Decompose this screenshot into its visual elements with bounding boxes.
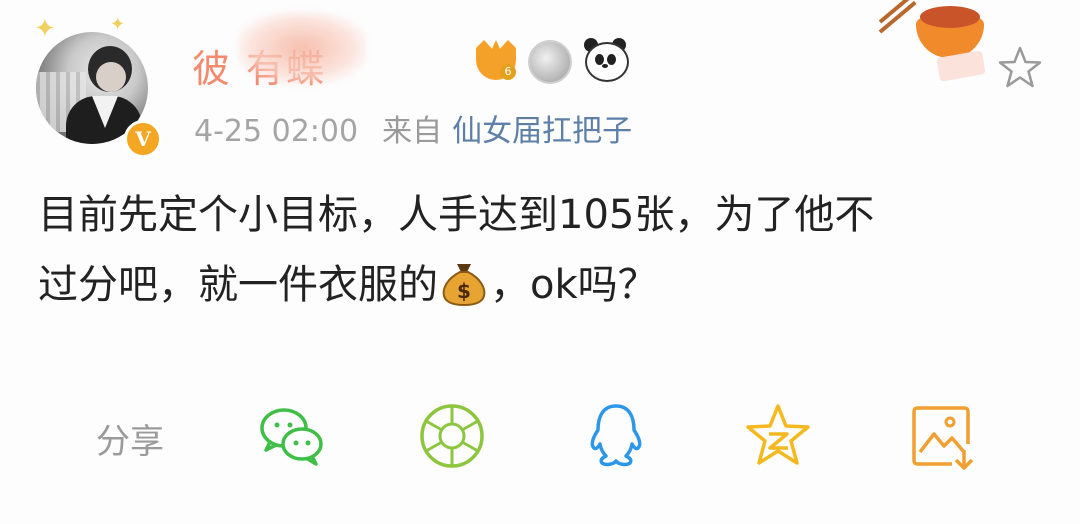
vip-level: 6	[500, 64, 516, 80]
avatar[interactable]: V	[36, 32, 162, 158]
content-text: 过分吧，就一件衣服的	[38, 262, 438, 308]
content-text: ，ok吗？	[490, 262, 658, 308]
svg-text:$: $	[457, 279, 471, 303]
moments-icon[interactable]	[416, 400, 488, 472]
content-line-2: 过分吧，就一件衣服的 $ ，ok吗？	[38, 250, 1048, 320]
money-bag-icon: $	[442, 264, 486, 306]
medal-icon[interactable]	[528, 40, 572, 84]
favorite-star-icon[interactable]	[996, 44, 1044, 92]
wechat-icon[interactable]	[256, 400, 328, 472]
vip-crown-icon[interactable]: 6	[476, 40, 516, 80]
share-label: 分享	[96, 422, 164, 462]
content-line-1: 目前先定个小目标，人手达到105张，为了他不	[38, 192, 875, 238]
panda-icon[interactable]	[582, 36, 629, 82]
post-meta: 4-25 02:00 来自 仙女届扛把子	[194, 106, 632, 150]
source-prefix: 来自	[382, 114, 443, 149]
save-image-icon[interactable]	[906, 400, 978, 472]
post-timestamp: 4-25 02:00	[194, 114, 359, 149]
qq-icon[interactable]	[580, 400, 652, 472]
source-link[interactable]: 仙女届扛把子	[452, 114, 632, 149]
username-blur-mask	[238, 12, 366, 84]
share-bar: 分享	[0, 396, 1080, 472]
post-content: 目前先定个小目标，人手达到105张，为了他不 过分吧，就一件衣服的 $ ，ok吗…	[38, 180, 1048, 320]
weibo-post: ✦ ✦ V 彼 有蝶 6 4-25 02:00来自仙女届扛把子	[0, 0, 1080, 524]
qzone-icon[interactable]	[742, 400, 814, 472]
card-decoration-icon	[878, 0, 990, 82]
verified-badge-icon: V	[124, 120, 162, 158]
